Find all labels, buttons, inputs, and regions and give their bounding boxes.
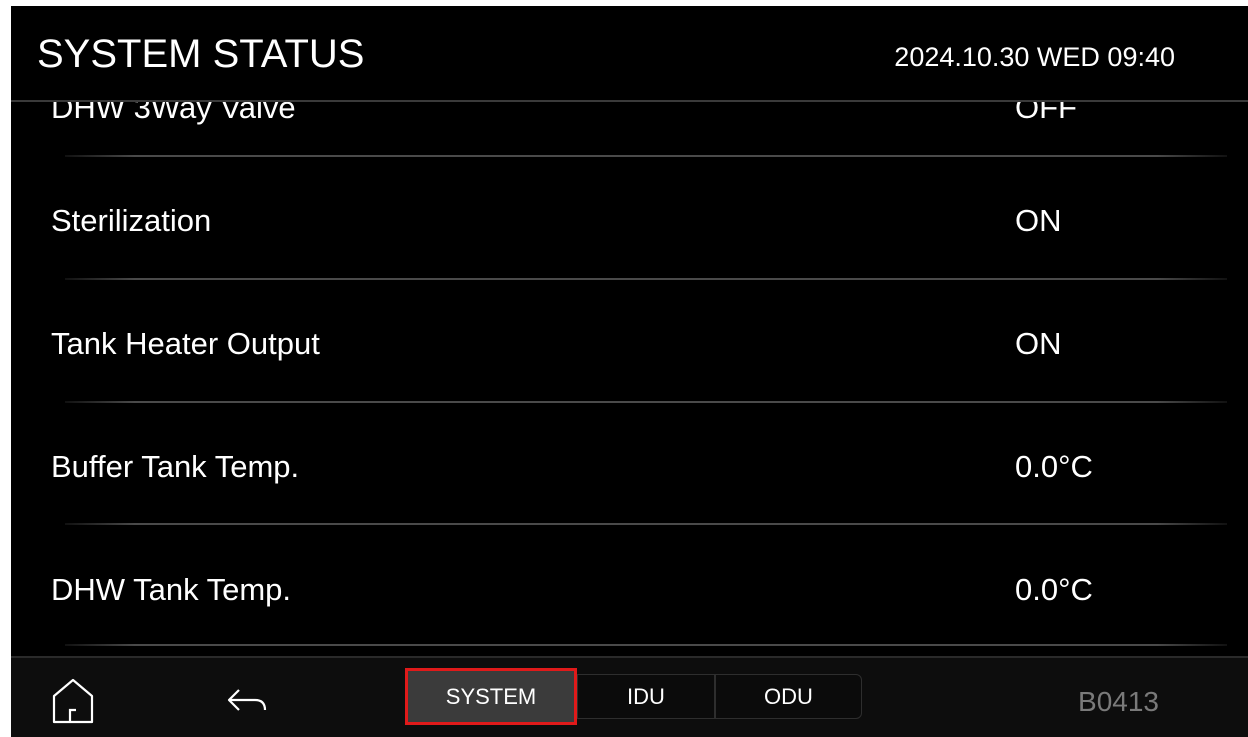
tab-group: SYSTEM IDU ODU bbox=[405, 668, 862, 725]
back-arrow-icon bbox=[227, 689, 267, 711]
back-button[interactable] bbox=[225, 684, 275, 720]
list-item[interactable]: DHW Tank Temp. 0.0°C bbox=[11, 525, 1248, 648]
page-title: SYSTEM STATUS bbox=[37, 32, 365, 76]
list-item[interactable]: Buffer Tank Temp. 0.0°C bbox=[11, 403, 1248, 526]
status-list: DHW 3Way Valve OFF Sterilization ON Tank… bbox=[11, 6, 1248, 656]
header-divider bbox=[11, 100, 1248, 102]
row-value: 0.0°C bbox=[1015, 449, 1093, 484]
tab-odu-label: ODU bbox=[764, 683, 813, 709]
header-bar: SYSTEM STATUS 2024.10.30 WED 09:40 bbox=[11, 6, 1248, 100]
tab-idu-label: IDU bbox=[627, 683, 665, 709]
row-value: ON bbox=[1015, 326, 1062, 361]
tab-idu[interactable]: IDU bbox=[577, 674, 715, 719]
row-label: DHW Tank Temp. bbox=[51, 572, 292, 607]
home-icon bbox=[52, 678, 94, 724]
row-separator bbox=[65, 644, 1227, 646]
row-label: Buffer Tank Temp. bbox=[51, 449, 300, 484]
screen-code: B0413 bbox=[1078, 686, 1159, 717]
list-item[interactable]: Tank Heater Output ON bbox=[11, 280, 1248, 403]
tab-system[interactable]: SYSTEM bbox=[405, 668, 577, 725]
screen: DHW 3Way Valve OFF Sterilization ON Tank… bbox=[11, 6, 1248, 737]
tab-system-label: SYSTEM bbox=[445, 683, 537, 709]
tab-odu[interactable]: ODU bbox=[715, 674, 862, 719]
row-value: ON bbox=[1015, 203, 1062, 238]
datetime-display: 2024.10.30 WED 09:40 bbox=[894, 42, 1175, 72]
footer-bar: SYSTEM IDU ODU B0413 bbox=[11, 656, 1248, 737]
row-label: Tank Heater Output bbox=[51, 326, 320, 361]
home-button[interactable] bbox=[51, 676, 95, 726]
row-label: Sterilization bbox=[51, 203, 212, 238]
list-item[interactable]: Sterilization ON bbox=[11, 157, 1248, 280]
row-value: 0.0°C bbox=[1015, 572, 1093, 607]
